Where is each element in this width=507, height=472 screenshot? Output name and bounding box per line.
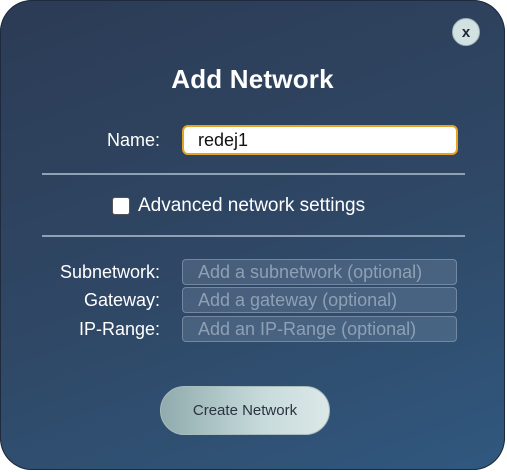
close-button[interactable]: x <box>452 18 480 46</box>
gateway-label: Gateway: <box>83 290 160 310</box>
gateway-input[interactable] <box>182 287 457 313</box>
advanced-settings-toggle[interactable]: Advanced network settings <box>112 195 365 217</box>
divider <box>42 235 465 237</box>
advanced-settings-checkbox[interactable] <box>112 197 130 215</box>
ip-range-label: IP-Range: <box>78 319 160 339</box>
name-label: Name: <box>106 130 160 150</box>
dialog-title: Add Network <box>171 64 334 94</box>
divider <box>42 173 465 175</box>
ip-range-input[interactable] <box>182 316 457 342</box>
add-network-dialog: x Add Network Name: Advanced network set… <box>0 0 505 470</box>
name-input[interactable] <box>182 125 458 155</box>
subnetwork-label: Subnetwork: <box>59 262 160 282</box>
advanced-settings-label[interactable]: Advanced network settings <box>138 195 365 217</box>
subnetwork-input[interactable] <box>182 259 457 285</box>
close-icon: x <box>461 23 471 41</box>
create-network-button[interactable]: Create Network <box>160 386 330 435</box>
